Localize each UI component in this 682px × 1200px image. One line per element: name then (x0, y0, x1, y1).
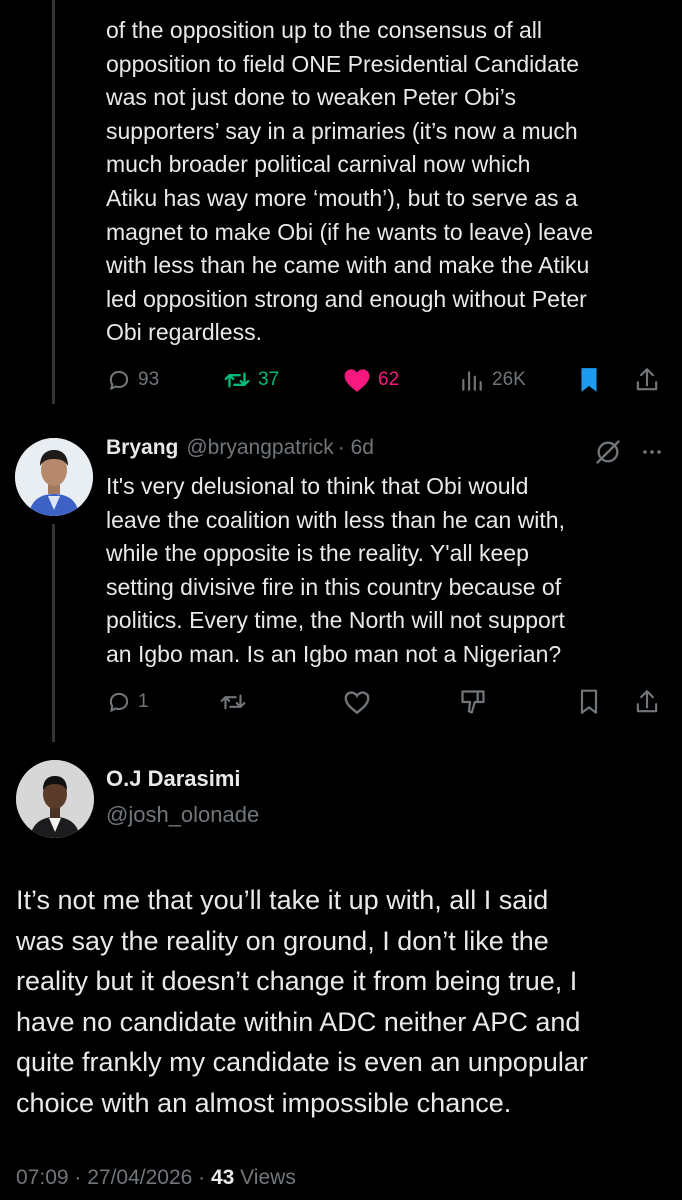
bookmark-button[interactable] (576, 684, 602, 720)
author-name[interactable]: O.J Darasimi (106, 766, 241, 792)
views-label: Views (234, 1166, 296, 1189)
repost-button[interactable]: 37 (222, 362, 279, 398)
reply-button[interactable]: 1 (106, 684, 149, 720)
repost-count: 37 (258, 369, 280, 390)
thread-line-middle (52, 524, 55, 742)
avatar-bryang[interactable] (15, 438, 93, 516)
tweet-timestamp[interactable]: 07:09 · 27/04/2026 · (16, 1166, 211, 1189)
like-button[interactable]: 62 (342, 362, 399, 398)
like-count: 62 (378, 369, 400, 390)
share-button[interactable] (634, 684, 660, 720)
bookmark-icon (576, 688, 602, 716)
share-icon (634, 688, 660, 716)
share-icon (634, 366, 660, 394)
repost-button[interactable] (218, 684, 248, 720)
grok-icon (594, 440, 622, 470)
views-count: 43 (210, 1166, 235, 1189)
repost-icon (218, 689, 248, 715)
dislike-button[interactable] (458, 684, 488, 720)
author-name[interactable]: Bryang (106, 436, 178, 460)
views-count: 26K (492, 369, 526, 390)
repost-icon (222, 367, 252, 393)
like-icon (342, 689, 372, 715)
more-icon (640, 450, 664, 468)
thread-line-top (52, 0, 55, 404)
share-button[interactable] (634, 362, 660, 398)
grok-button[interactable] (594, 438, 622, 471)
views-button[interactable]: 26K (458, 362, 526, 398)
bookmark-filled-icon (576, 366, 602, 394)
author-handle[interactable]: @bryangpatrick (186, 436, 333, 460)
dislike-icon (458, 688, 488, 716)
tweet2-actions: 1 (106, 684, 666, 720)
like-button[interactable] (342, 684, 372, 720)
main-tweet-text: It’s not me that you’ll take it up with,… (16, 885, 588, 1118)
tweet-meta: 07:09 · 27/04/2026 · 43 Views (16, 1166, 296, 1190)
tweet1-text: of the opposition up to the consensus of… (106, 17, 594, 346)
tweet1-actions: 93 37 62 26K (106, 362, 666, 398)
more-button[interactable] (640, 440, 664, 469)
views-icon (458, 367, 486, 393)
tweet2-text: It's very delusional to think that Obi w… (106, 473, 565, 667)
like-filled-icon (342, 367, 372, 393)
reply-icon (106, 367, 132, 393)
tweet-time[interactable]: · 6d (338, 436, 374, 460)
reply-button[interactable]: 93 (106, 362, 159, 398)
reply-count: 93 (138, 369, 160, 390)
bookmark-button[interactable] (576, 362, 602, 398)
author-handle[interactable]: @josh_olonade (106, 802, 259, 828)
reply-icon (106, 689, 132, 715)
reply-count: 1 (138, 691, 149, 712)
tweet2-header: Bryang @bryangpatrick · 6d (106, 436, 374, 466)
avatar-oj-darasimi[interactable] (16, 760, 94, 838)
